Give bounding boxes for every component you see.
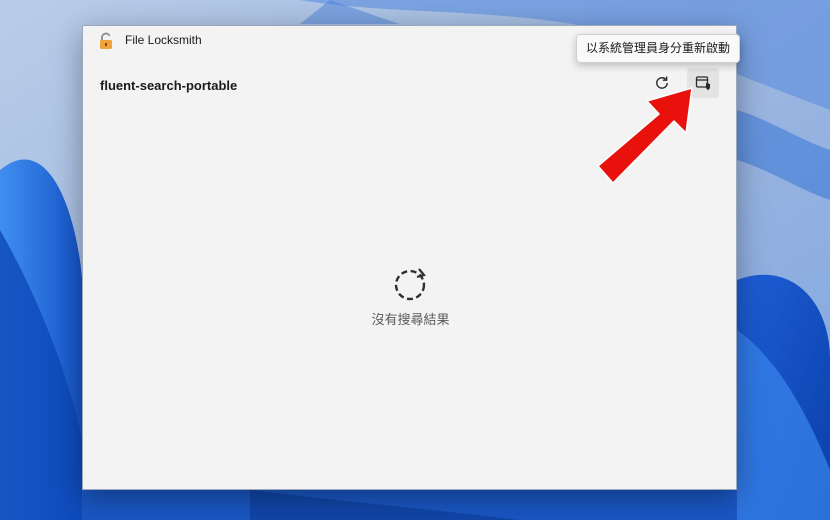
empty-state-message: 沒有搜尋結果: [371, 313, 450, 328]
restart-as-admin-button[interactable]: [687, 68, 719, 98]
refresh-icon: [656, 76, 668, 89]
refresh-button[interactable]: [646, 68, 678, 98]
padlock-icon: [100, 32, 112, 49]
search-refresh-icon: [394, 268, 426, 301]
file-locksmith-window: File Locksmith fluent-search-portable 沒有…: [82, 25, 737, 490]
folder-name-heading: fluent-search-portable: [100, 78, 238, 93]
window-title: File Locksmith: [125, 33, 202, 47]
restart-as-admin-tooltip: 以系統管理員身分重新啟動: [576, 34, 741, 63]
restart-as-admin-icon: [695, 76, 710, 90]
